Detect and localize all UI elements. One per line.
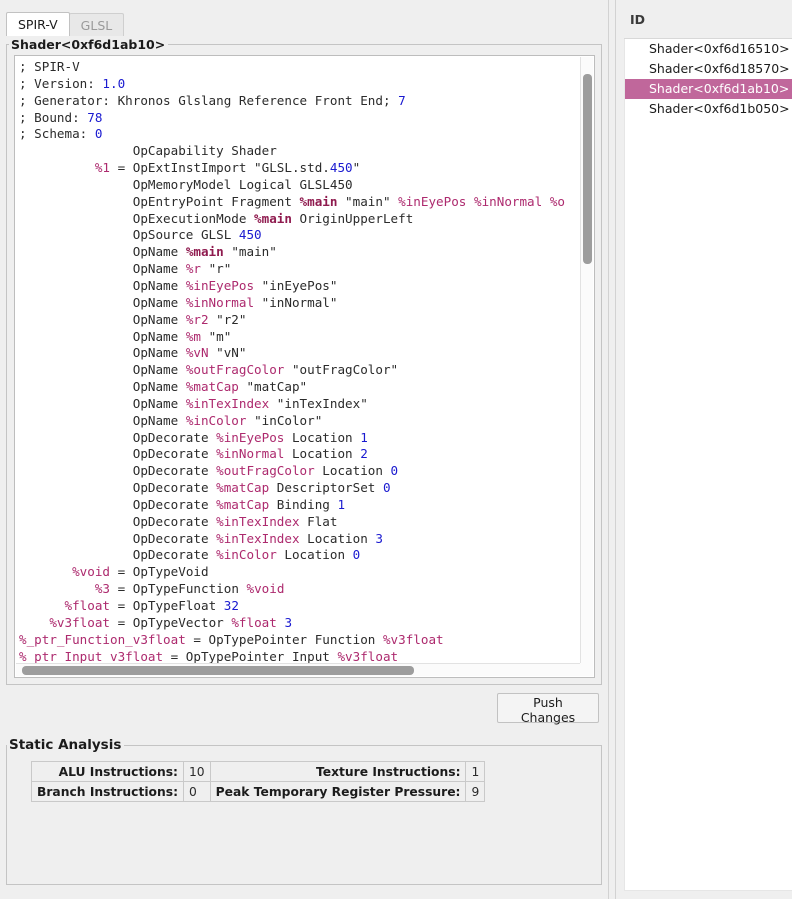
tab-spirv[interactable]: SPIR-V	[6, 12, 70, 36]
metric-value: 0	[183, 782, 210, 802]
metric-value: 1	[466, 762, 485, 782]
metric-label: Texture Instructions:	[210, 762, 466, 782]
table-row: Branch Instructions:0Peak Temporary Regi…	[32, 782, 485, 802]
id-list-header-label: ID	[624, 12, 645, 27]
id-list-header: ID	[624, 0, 792, 38]
application-window: SPIR-V GLSL Shader<0xf6d1ab10> ; SPIR-V …	[0, 0, 792, 899]
shader-editor-pane: SPIR-V GLSL Shader<0xf6d1ab10> ; SPIR-V …	[0, 0, 608, 899]
metric-label: ALU Instructions:	[32, 762, 184, 782]
shader-groupbox-title: Shader<0xf6d1ab10>	[9, 37, 168, 52]
list-item[interactable]: Shader<0xf6d18570>	[625, 59, 792, 79]
static-analysis-table-body: ALU Instructions:10Texture Instructions:…	[32, 762, 485, 802]
static-analysis-table: ALU Instructions:10Texture Instructions:…	[31, 761, 485, 802]
push-changes-button[interactable]: Push Changes	[497, 693, 599, 723]
shader-groupbox: Shader<0xf6d1ab10> ; SPIR-V ; Version: 1…	[6, 44, 602, 685]
scrollbar-corner	[580, 663, 593, 676]
spirv-code-editor[interactable]: ; SPIR-V ; Version: 1.0 ; Generator: Khr…	[14, 55, 595, 678]
static-analysis-title: Static Analysis	[7, 737, 124, 753]
editor-tabbar: SPIR-V GLSL	[6, 12, 123, 36]
tab-glsl[interactable]: GLSL	[69, 13, 125, 36]
pane-splitter[interactable]	[608, 0, 616, 899]
metric-label: Peak Temporary Register Pressure:	[210, 782, 466, 802]
id-list[interactable]: Shader<0xf6d16510>Shader<0xf6d18570>Shad…	[624, 39, 792, 891]
list-item[interactable]: Shader<0xf6d1b050>	[625, 99, 792, 119]
list-item[interactable]: Shader<0xf6d16510>	[625, 39, 792, 59]
id-list-pane: ID Shader<0xf6d16510>Shader<0xf6d18570>S…	[616, 0, 792, 899]
code-horizontal-scrollbar[interactable]	[16, 663, 580, 676]
metric-value: 9	[466, 782, 485, 802]
table-row: ALU Instructions:10Texture Instructions:…	[32, 762, 485, 782]
code-vertical-scrollbar[interactable]	[580, 57, 593, 663]
static-analysis-groupbox: Static Analysis ALU Instructions:10Textu…	[6, 745, 602, 885]
metric-label: Branch Instructions:	[32, 782, 184, 802]
metric-value: 10	[183, 762, 210, 782]
spirv-code-text: ; SPIR-V ; Version: 1.0 ; Generator: Khr…	[19, 59, 595, 665]
code-vertical-scrollbar-thumb[interactable]	[583, 74, 592, 264]
code-horizontal-scrollbar-thumb[interactable]	[22, 666, 414, 675]
list-item[interactable]: Shader<0xf6d1ab10>	[625, 79, 792, 99]
